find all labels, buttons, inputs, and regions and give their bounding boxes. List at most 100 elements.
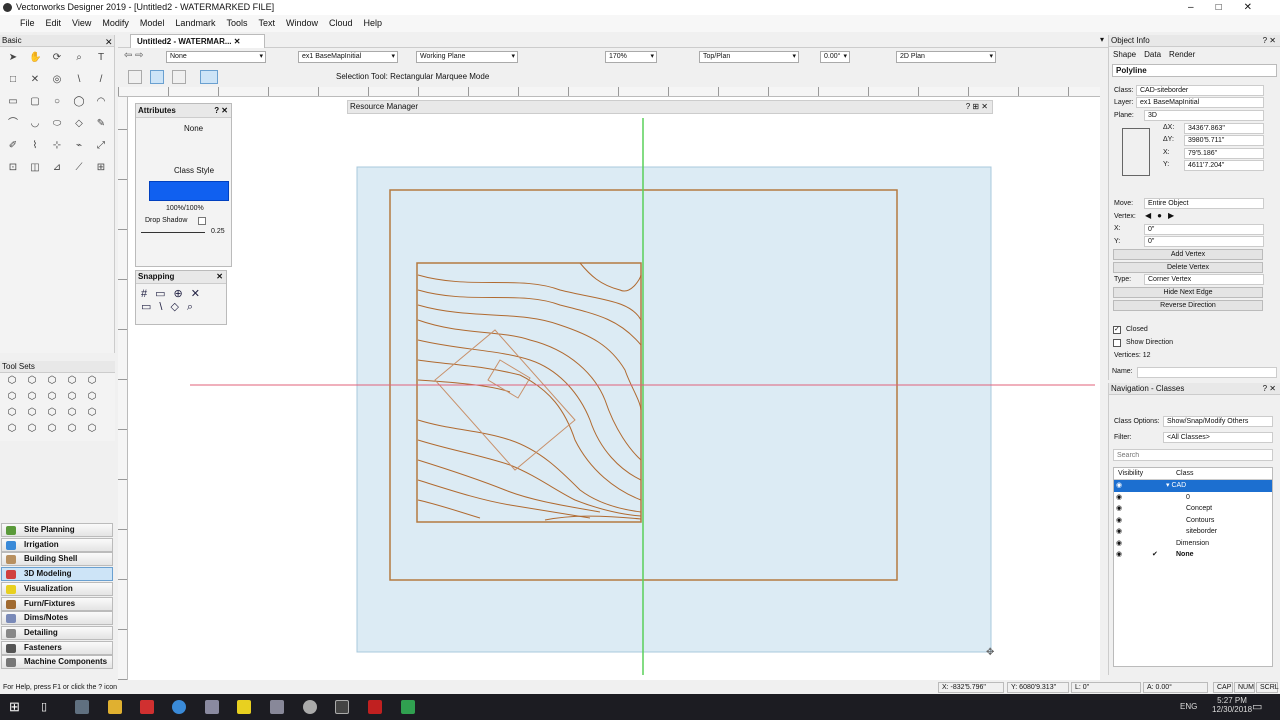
- dx-field[interactable]: 3436'7.863": [1184, 123, 1264, 134]
- hide-next-edge-button[interactable]: Hide Next Edge: [1113, 287, 1263, 298]
- attributes-palette: Attributes ? ✕ None Class Style 100%/100%…: [135, 103, 232, 267]
- explorer-icon[interactable]: [75, 700, 89, 714]
- snapping-title-text: Snapping: [138, 272, 175, 281]
- visibility-eye-icon[interactable]: ◉: [1116, 503, 1122, 514]
- close-icon[interactable]: ✕: [216, 271, 223, 283]
- notifications-icon[interactable]: ▭: [1252, 700, 1262, 713]
- class-list: Visibility Class ◉ ▾ CAD ◉ 0 ◉ Concept ◉ Contou…: [1113, 467, 1273, 667]
- app-icon[interactable]: [140, 700, 154, 714]
- start-icon[interactable]: ⊞: [9, 700, 23, 714]
- class-name: siteborder: [1186, 528, 1218, 535]
- drop-shadow-checkbox[interactable]: [198, 217, 206, 225]
- pen-color-swatch[interactable]: [149, 181, 229, 201]
- app-icon-2[interactable]: [205, 700, 219, 714]
- visibility-eye-icon[interactable]: ◉: [1116, 480, 1122, 491]
- visibility-eye-icon[interactable]: ◉: [1116, 549, 1122, 560]
- reference-point-selector[interactable]: [1122, 128, 1150, 176]
- y-field-value: 4611'7.204": [1188, 162, 1225, 169]
- x-field[interactable]: 79'5.186": [1184, 148, 1264, 159]
- class-row[interactable]: ◉ ✔ None: [1114, 549, 1272, 561]
- time: 5:27 PM: [1217, 696, 1247, 705]
- active-class-check-icon: ✔: [1152, 551, 1158, 558]
- reverse-direction-button[interactable]: Reverse Direction: [1113, 300, 1263, 311]
- vertex-x-field[interactable]: 0": [1144, 224, 1264, 235]
- vertex-y-field-value: 0": [1148, 238, 1155, 245]
- app-icon-3[interactable]: [237, 700, 251, 714]
- chrome-icon[interactable]: [172, 700, 186, 714]
- class-column-header[interactable]: Class: [1176, 468, 1194, 480]
- visibility-eye-icon[interactable]: ◉: [1116, 515, 1122, 526]
- clock[interactable]: 5:27 PM 12/30/2018: [1212, 696, 1252, 714]
- task-view-icon[interactable]: ▯: [41, 700, 55, 714]
- layer-field[interactable]: ex1 BaseMapInitial: [1136, 97, 1264, 108]
- filter-select[interactable]: <All Classes>: [1163, 432, 1273, 443]
- tab-render[interactable]: Render: [1169, 50, 1195, 59]
- class-field-value: CAD-siteborder: [1140, 87, 1189, 94]
- move-field[interactable]: Entire Object: [1144, 198, 1264, 209]
- plane-field[interactable]: 3D: [1144, 110, 1264, 121]
- class-name: Dimension: [1176, 539, 1210, 547]
- acrobat-icon[interactable]: [368, 700, 382, 714]
- visibility-eye-icon[interactable]: ◉: [1116, 492, 1122, 503]
- language-indicator[interactable]: ENG: [1180, 702, 1197, 711]
- closed-checkbox[interactable]: ✓: [1113, 326, 1121, 334]
- help-hint: For Help, press F1 or click the ? icon: [3, 684, 117, 691]
- close-icon[interactable]: ? ⊞ ✕: [966, 101, 988, 113]
- class-row[interactable]: ◉ Concept: [1114, 503, 1272, 515]
- name-input[interactable]: [1137, 367, 1277, 378]
- taskbar: ⊞ ▯ ENG 5:27 PM 12/30/2018 ▭: [0, 694, 1280, 720]
- line-weight-value[interactable]: 0.25: [211, 228, 225, 235]
- type-label: Type:: [1114, 276, 1132, 283]
- class-row[interactable]: ◉ Contours: [1114, 515, 1272, 527]
- app-icon-4[interactable]: [270, 700, 284, 714]
- vertex-x-label: X:: [1114, 225, 1121, 232]
- class-row[interactable]: ◉ ▾ CAD: [1114, 480, 1272, 492]
- length-readout: L: 0": [1071, 682, 1141, 693]
- app-icon-5[interactable]: [401, 700, 415, 714]
- vectorworks-icon[interactable]: [335, 700, 349, 714]
- close-icon[interactable]: ? ✕: [1263, 383, 1276, 395]
- line-weight-slider[interactable]: [141, 232, 205, 233]
- vertex-type-field[interactable]: Corner Vertex: [1144, 274, 1264, 285]
- delete-vertex-button[interactable]: Delete Vertex: [1113, 262, 1263, 273]
- class-name: ▾ CAD: [1166, 482, 1187, 489]
- status-bar: For Help, press F1 or click the ? icon X…: [0, 681, 1280, 694]
- vertex-type-field-value: Corner Vertex: [1148, 276, 1192, 283]
- class-field[interactable]: CAD-siteborder: [1136, 85, 1264, 96]
- vertex-y-field[interactable]: 0": [1144, 236, 1264, 247]
- opacity[interactable]: 100%/100%: [166, 205, 204, 212]
- tab-shape[interactable]: Shape: [1113, 50, 1136, 59]
- move-label: Move:: [1114, 200, 1134, 207]
- plane-label: Plane:: [1114, 112, 1134, 119]
- add-vertex-button[interactable]: Add Vertex: [1113, 249, 1263, 260]
- resource-manager-panel[interactable]: Resource Manager ? ⊞ ✕: [347, 100, 993, 114]
- closed-label: Closed: [1126, 326, 1148, 333]
- name-label: Name:: [1112, 368, 1133, 375]
- show-direction-checkbox[interactable]: [1113, 339, 1121, 347]
- class-row[interactable]: ◉ siteborder: [1114, 526, 1272, 538]
- vertex-label: Vertex:: [1114, 213, 1136, 220]
- dy-field[interactable]: 3980'5.711": [1184, 135, 1264, 146]
- visibility-eye-icon[interactable]: ◉: [1116, 538, 1122, 549]
- snap-buttons[interactable]: #▭⊕✕ ▭\◇⌕: [136, 284, 226, 317]
- dy-field-value: 3980'5.711": [1188, 137, 1225, 144]
- close-icon[interactable]: ? ✕: [214, 104, 228, 118]
- class-options-select[interactable]: Show/Snap/Modify Others: [1163, 416, 1273, 427]
- tab-data[interactable]: Data: [1144, 50, 1161, 59]
- y-field[interactable]: 4611'7.204": [1184, 160, 1264, 171]
- vertex-nav-buttons[interactable]: ◀●▶: [1145, 211, 1180, 220]
- class-name: 0: [1186, 493, 1190, 501]
- visibility-eye-icon[interactable]: ◉: [1116, 526, 1122, 537]
- angle-readout: A: 0.00°: [1143, 682, 1208, 693]
- class-row[interactable]: ◉ 0: [1114, 492, 1272, 504]
- class-row[interactable]: ◉ Dimension: [1114, 538, 1272, 550]
- class-search-input[interactable]: [1113, 449, 1273, 461]
- dy-label: ΔY:: [1163, 136, 1174, 143]
- folder-icon[interactable]: [108, 700, 122, 714]
- filter-label: Filter:: [1114, 434, 1132, 441]
- settings-icon[interactable]: [303, 700, 317, 714]
- fill-style[interactable]: None: [184, 124, 203, 133]
- close-icon[interactable]: ? ✕: [1263, 35, 1276, 47]
- visibility-column-header[interactable]: Visibility: [1118, 468, 1143, 480]
- pen-style[interactable]: Class Style: [174, 166, 214, 175]
